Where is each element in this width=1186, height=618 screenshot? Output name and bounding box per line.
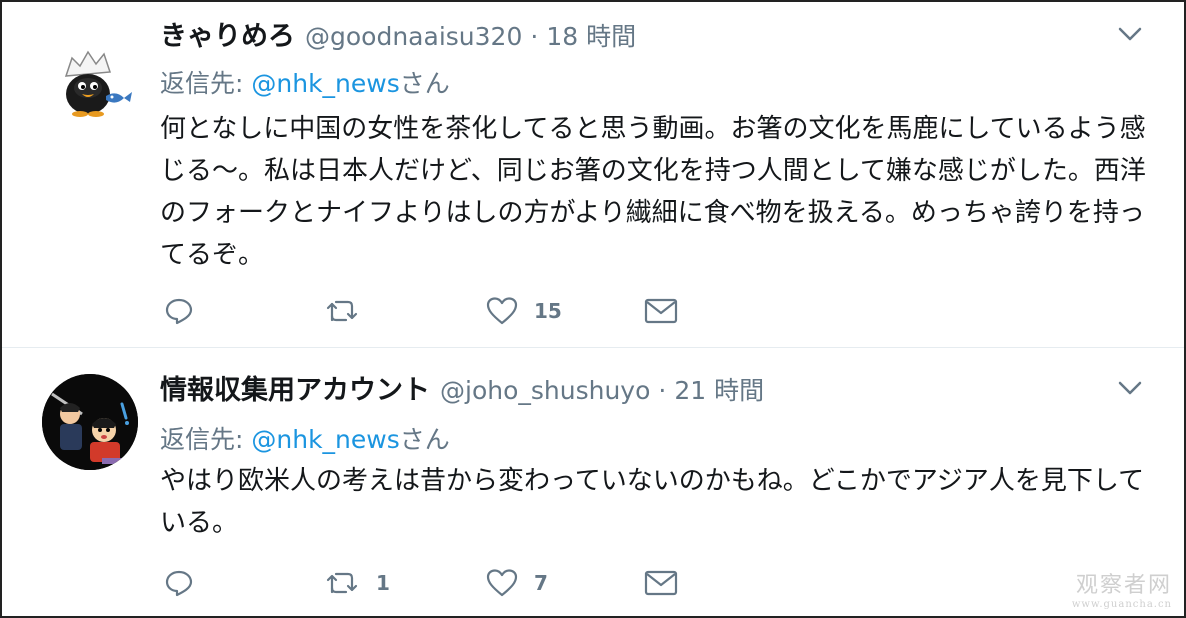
watermark-url: www.guancha.cn (1071, 599, 1172, 610)
direct-message-button[interactable] (644, 566, 678, 600)
retweet-icon (326, 300, 358, 322)
tweet[interactable]: きゃりめろ @goodnaaisu320 · 18 時間 返信先: @nhk_n… (2, 2, 1184, 348)
heart-icon (486, 297, 518, 325)
watermark: 观察者网 www.guancha.cn (1072, 567, 1172, 610)
like-button[interactable]: 15 (486, 294, 562, 328)
reply-button[interactable] (164, 294, 194, 328)
reply-to-label: 返信先: (160, 69, 252, 98)
watermark-logo-text: 观察者网 (1075, 573, 1172, 598)
tweet-header: きゃりめろ @goodnaaisu320 · 18 時間 (160, 14, 636, 53)
chevron-down-icon[interactable] (1116, 24, 1144, 44)
avatar[interactable] (42, 374, 138, 470)
cartoon-chick-avatar-icon (42, 32, 138, 128)
chevron-down-icon[interactable] (1116, 378, 1144, 398)
heart-icon (486, 569, 518, 597)
reply-button[interactable] (164, 566, 194, 600)
tweet-actions: 15 (164, 294, 704, 328)
user-handle[interactable]: @joho_shushuyo (440, 376, 650, 405)
reply-suffix: さん (399, 69, 450, 98)
tweet[interactable]: 情報収集用アカウント @joho_shushuyo · 21 時間 返信先: @… (2, 348, 1184, 616)
separator-dot: · (530, 22, 539, 51)
retweet-button[interactable] (324, 294, 360, 328)
reply-to-line: 返信先: @nhk_newsさん (160, 420, 450, 456)
reply-to-label: 返信先: (160, 425, 252, 454)
avatar[interactable] (42, 32, 138, 128)
separator-dot: · (658, 376, 667, 405)
timestamp[interactable]: 21 時間 (674, 371, 764, 407)
direct-message-button[interactable] (644, 294, 678, 328)
like-button[interactable]: 7 (486, 566, 548, 600)
retweet-icon (326, 572, 358, 594)
display-name[interactable]: きゃりめろ (160, 14, 295, 53)
display-name[interactable]: 情報収集用アカウント (160, 368, 430, 407)
like-count: 7 (534, 571, 548, 595)
envelope-icon (644, 298, 678, 324)
envelope-icon (644, 570, 678, 596)
reply-suffix: さん (399, 425, 450, 454)
tweet-text: 何となしに中国の女性を茶化してると思う動画。お箸の文化を馬鹿にしているよう感じる… (160, 114, 1146, 270)
reply-icon (165, 570, 193, 597)
reply-mention-link[interactable]: @nhk_news (251, 425, 399, 454)
tweet-text: やはり欧米人の考えは昔から変わっていないのかもね。どこかでアジア人を見下している… (160, 466, 1145, 538)
reply-mention-link[interactable]: @nhk_news (251, 69, 399, 98)
illustrated-people-avatar-icon (42, 374, 138, 470)
retweet-count: 1 (376, 571, 390, 595)
tweet-actions: 1 7 (164, 566, 704, 600)
retweet-button[interactable]: 1 (324, 566, 390, 600)
tweet-header: 情報収集用アカウント @joho_shushuyo · 21 時間 (160, 368, 764, 407)
like-count: 15 (534, 299, 562, 323)
user-handle[interactable]: @goodnaaisu320 (305, 22, 522, 51)
reply-icon (165, 298, 193, 325)
timestamp[interactable]: 18 時間 (546, 17, 636, 53)
tweet-thread-panel: きゃりめろ @goodnaaisu320 · 18 時間 返信先: @nhk_n… (0, 0, 1186, 618)
reply-to-line: 返信先: @nhk_newsさん (160, 64, 450, 100)
